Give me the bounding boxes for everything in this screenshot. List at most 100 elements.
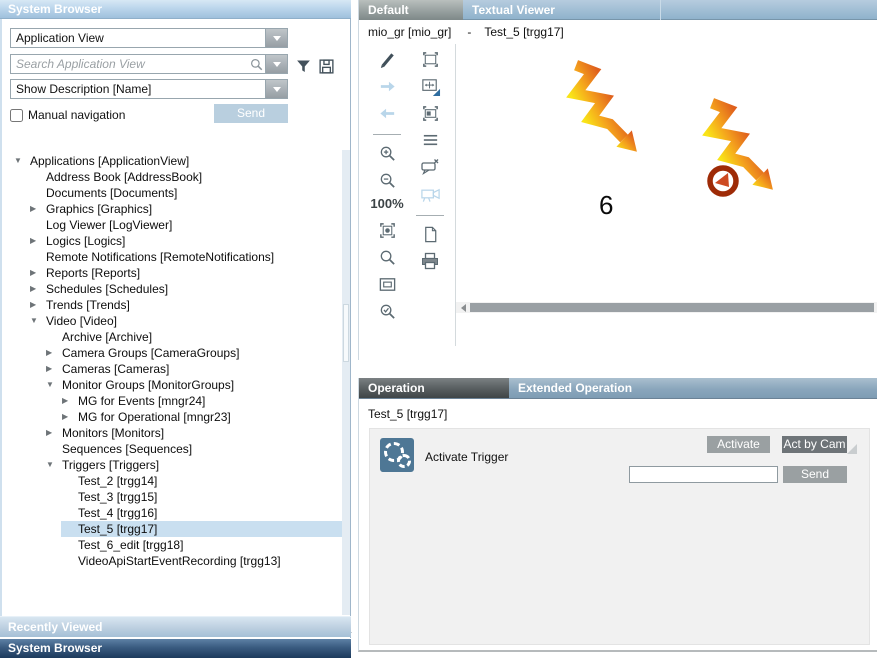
tree-item-label: Reports [Reports] [46,265,140,281]
center-view-icon[interactable] [375,219,399,241]
chevron-down-icon[interactable] [265,29,287,47]
zoom-select-icon[interactable] [375,300,399,322]
save-icon[interactable] [317,57,335,75]
delete-comment-icon[interactable] [418,156,442,178]
tree-item[interactable]: ▶Cameras [Cameras] [3,361,343,377]
event-badge-icon [705,163,741,199]
object-rect-icon[interactable] [418,102,442,124]
search-box [10,54,288,74]
lightning-bolt-icon[interactable] [564,56,646,160]
tree-item[interactable]: Log Viewer [LogViewer] [3,217,343,233]
expand-arrow-icon[interactable]: ▶ [45,425,62,441]
expand-arrow-icon[interactable]: ▼ [13,153,30,169]
tree-item[interactable]: ▶MG for Operational [mngr23] [3,409,343,425]
tree-item[interactable]: Test_4 [trgg16] [3,505,343,521]
recently-viewed-bar[interactable]: Recently Viewed [0,616,351,637]
tree-item[interactable]: ▶Graphics [Graphics] [3,201,343,217]
tab-extended-operation[interactable]: Extended Operation [509,378,877,398]
tree-item[interactable]: Test_3 [trgg15] [3,489,343,505]
tree-item[interactable]: ▶Monitors [Monitors] [3,425,343,441]
view-selector[interactable]: Application View [10,28,288,48]
page-setup-icon[interactable] [418,223,442,245]
expand-arrow-icon[interactable]: ▼ [45,377,62,393]
tree-item[interactable]: Sequences [Sequences] [3,441,343,457]
tree-item[interactable]: Test_6_edit [trgg18] [3,537,343,553]
breadcrumb-primary[interactable]: mio_gr [mio_gr] [368,25,451,39]
tree-item[interactable]: Test_2 [trgg14] [3,473,343,489]
forward-arrow-icon[interactable] [375,75,399,97]
tree-item-label: Remote Notifications [RemoteNotification… [46,249,274,265]
tree-item-label: Camera Groups [CameraGroups] [62,345,239,361]
search-input[interactable] [11,55,247,73]
system-browser-bar[interactable]: System Browser [0,638,351,658]
tree-item[interactable]: ▶Trends [Trends] [3,297,343,313]
pen-icon[interactable] [375,48,399,70]
description-selector[interactable]: Show Description [Name] [10,79,288,99]
expand-arrow-icon[interactable]: ▶ [29,265,46,281]
expand-arrow-icon[interactable]: ▶ [29,233,46,249]
command-value-input[interactable] [629,466,778,483]
tree-scrollbar-thumb[interactable] [343,304,349,362]
tree-item[interactable]: ▼Video [Video] [3,313,343,329]
viewport-icon[interactable] [375,273,399,295]
tree-item[interactable]: Documents [Documents] [3,185,343,201]
tree-item[interactable]: ▶Schedules [Schedules] [3,281,343,297]
expand-arrow-icon[interactable]: ▶ [29,297,46,313]
view-selector-value: Application View [11,29,265,47]
manual-navigation-checkbox[interactable] [10,109,23,122]
pan-options-icon[interactable] [418,75,442,97]
tree-item[interactable]: ▶MG for Events [mngr24] [3,393,343,409]
print-icon[interactable] [418,250,442,272]
breadcrumb: mio_gr [mio_gr] - Test_5 [trgg17] [359,20,877,44]
tree-item-label: Monitors [Monitors] [62,425,164,441]
tree-item-label: Graphics [Graphics] [46,201,152,217]
application-tree: ▼Applications [ApplicationView]Address B… [3,153,343,569]
graphics-canvas[interactable]: 6 [456,44,877,346]
scroll-left-icon[interactable] [461,304,466,312]
tree-item[interactable]: Address Book [AddressBook] [3,169,343,185]
expand-arrow-icon[interactable]: ▼ [29,313,46,329]
tree-item[interactable]: ▼Triggers [Triggers] [3,457,343,473]
layers-icon[interactable] [418,129,442,151]
breadcrumb-secondary[interactable]: Test_5 [trgg17] [484,25,563,39]
zoom-in-icon[interactable] [375,142,399,164]
scrollbar-thumb[interactable] [470,303,874,312]
navigation-send-button[interactable]: Send [214,104,288,123]
expand-arrow-icon[interactable]: ▼ [45,457,62,473]
tree-item[interactable]: ▼Monitor Groups [MonitorGroups] [3,377,343,393]
operation-object-label: Test_5 [trgg17] [368,407,447,421]
command-send-button[interactable]: Send [783,466,847,483]
tree-scrollbar[interactable] [342,150,350,615]
tree-item[interactable]: VideoApiStartEventRecording [trgg13] [3,553,343,569]
canvas-horizontal-scrollbar[interactable] [456,302,877,313]
expand-arrow-icon[interactable]: ▶ [29,281,46,297]
expand-arrow-icon[interactable]: ▶ [61,393,78,409]
tree-item[interactable]: ▶Logics [Logics] [3,233,343,249]
zoom-out-icon[interactable] [375,169,399,191]
activate-button[interactable]: Activate [707,436,770,453]
expand-arrow-icon[interactable]: ▶ [61,409,78,425]
chevron-down-icon[interactable] [265,80,287,98]
tree-item-label: Test_3 [trgg15] [78,489,157,505]
tree-item[interactable]: ▼Applications [ApplicationView] [3,153,343,169]
act-by-cam-button[interactable]: Act by Cam [782,436,847,453]
tree-item[interactable]: Remote Notifications [RemoteNotification… [3,249,343,265]
chevron-down-icon[interactable] [265,55,287,73]
expand-arrow-icon[interactable]: ▶ [29,201,46,217]
select-rect-icon[interactable] [418,48,442,70]
filter-icon[interactable] [294,57,312,75]
tree-item[interactable]: Test_5 [trgg17] [3,521,343,537]
tree-item-label: Log Viewer [LogViewer] [46,217,172,233]
tab-default[interactable]: Default [359,0,463,20]
expand-arrow-icon[interactable]: ▶ [45,345,62,361]
tree-item[interactable]: ▶Camera Groups [CameraGroups] [3,345,343,361]
tree-item[interactable]: ▶Reports [Reports] [3,265,343,281]
back-arrow-icon[interactable] [375,102,399,124]
tab-operation[interactable]: Operation [359,378,509,398]
camera-icon[interactable] [418,183,442,205]
tree-item[interactable]: Archive [Archive] [3,329,343,345]
magnifier-icon[interactable] [375,246,399,268]
search-icon[interactable] [247,55,265,73]
tab-textual-viewer[interactable]: Textual Viewer [463,0,661,20]
expand-arrow-icon[interactable]: ▶ [45,361,62,377]
